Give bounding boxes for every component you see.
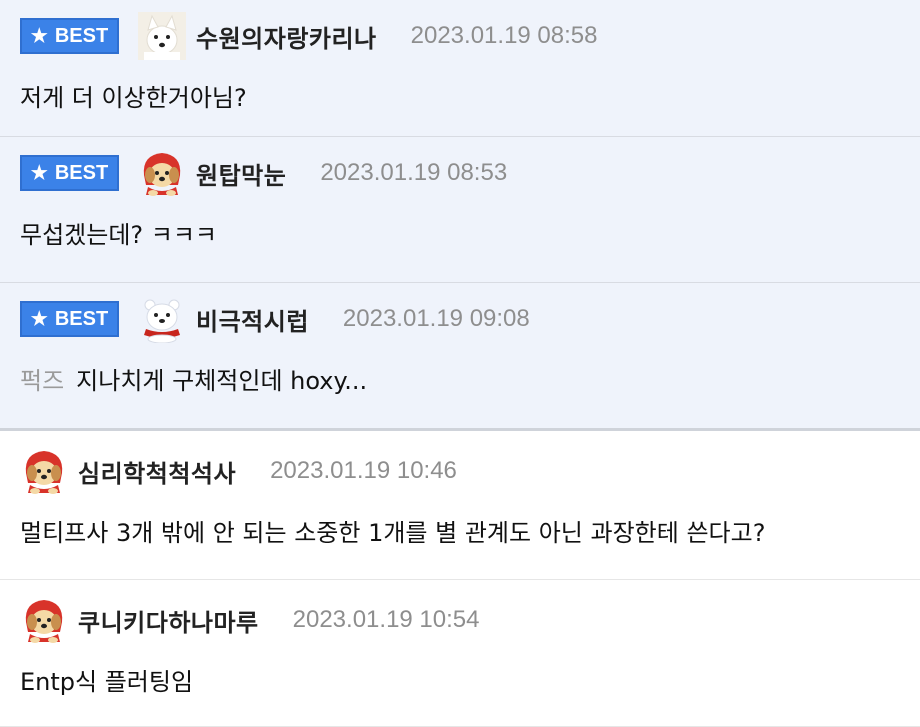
- comment-item: ★ BEST 수원의자랑카리나 2023.01.19 08:58 저게 더 이상…: [0, 0, 920, 137]
- comment-list: ★ BEST 수원의자랑카리나 2023.01.19 08:58 저게 더 이상…: [0, 0, 920, 727]
- star-icon: ★: [30, 25, 48, 47]
- comment-nickname[interactable]: 심리학척척석사: [78, 454, 236, 489]
- comment-text: 무섭겠는데? ㅋㅋㅋ: [20, 215, 217, 250]
- comment-nickname[interactable]: 원탑막눈: [196, 156, 286, 191]
- puppy-red-hood-avatar[interactable]: [20, 596, 68, 644]
- comment-date: 2023.01.19 10:46: [270, 457, 457, 484]
- comment-text: 멀티프사 3개 밖에 안 되는 소중한 1개를 별 관계도 아닌 과장한테 쓴다…: [20, 513, 765, 548]
- comment-date: 2023.01.19 08:58: [410, 22, 598, 49]
- comment-body-text: 멀티프사 3개 밖에 안 되는 소중한 1개를 별 관계도 아닌 과장한테 쓴다…: [20, 519, 766, 547]
- puppy-red-hood-avatar[interactable]: [20, 447, 68, 495]
- best-badge: ★ BEST: [20, 301, 119, 337]
- comment-text: Entp식 플러팅임: [20, 662, 193, 697]
- comment-item: 쿠니키다하나마루 2023.01.19 10:54 Entp식 플러팅임: [0, 580, 920, 727]
- white-dog-avatar[interactable]: [138, 12, 186, 60]
- best-badge: ★ BEST: [20, 155, 119, 191]
- comment-item: ★ BEST 원탑막눈 2023.01.19 08:53 무섭겠는데? ㅋㅋㅋ: [0, 137, 920, 283]
- comment-date: 2023.01.19 09:08: [342, 305, 530, 332]
- star-icon: ★: [30, 308, 48, 330]
- comment-header: 쿠니키다하나마루 2023.01.19 10:54: [20, 598, 479, 642]
- best-badge-label: BEST: [54, 161, 109, 184]
- comment-body-text: 저게 더 이상한거아님?: [20, 84, 247, 112]
- comment-body-text: Entp식 플러팅임: [20, 668, 194, 696]
- polar-bear-red-scarf-avatar[interactable]: [138, 295, 186, 343]
- puppy-red-hood-avatar[interactable]: [138, 149, 186, 197]
- best-badge-label: BEST: [54, 307, 109, 330]
- comment-date: 2023.01.19 10:54: [292, 606, 480, 633]
- star-icon: ★: [30, 162, 48, 184]
- comment-item: 심리학척척석사 2023.01.19 10:46 멀티프사 3개 밖에 안 되는…: [0, 431, 920, 580]
- comment-tag: 퍽즈: [20, 367, 65, 395]
- best-badge-label: BEST: [54, 24, 109, 47]
- comment-header: ★ BEST 수원의자랑카리나 2023.01.19 08:58: [20, 14, 597, 58]
- best-badge: ★ BEST: [20, 18, 119, 54]
- comment-header: ★ BEST 비극적시럽 2023.01.19 09:08: [20, 297, 530, 341]
- comment-header: 심리학척척석사 2023.01.19 10:46: [20, 449, 457, 493]
- comment-text: 저게 더 이상한거아님?: [20, 78, 247, 113]
- comment-header: ★ BEST 원탑막눈 2023.01.19 08:53: [20, 151, 507, 195]
- comment-date: 2023.01.19 08:53: [320, 159, 508, 186]
- comment-text: 퍽즈 지나치게 구체적인데 hoxy...: [20, 361, 367, 396]
- comment-nickname[interactable]: 비극적시럽: [196, 302, 309, 337]
- comment-item: ★ BEST 비극적시럽 2023.01.19 09:08 퍽즈 지나치게 구체적…: [0, 283, 920, 431]
- comment-nickname[interactable]: 수원의자랑카리나: [196, 19, 377, 54]
- comment-body-text: 지나치게 구체적인데 hoxy...: [76, 367, 368, 395]
- comment-body-text: 무섭겠는데? ㅋㅋㅋ: [20, 221, 218, 249]
- comment-nickname[interactable]: 쿠니키다하나마루: [78, 603, 259, 638]
